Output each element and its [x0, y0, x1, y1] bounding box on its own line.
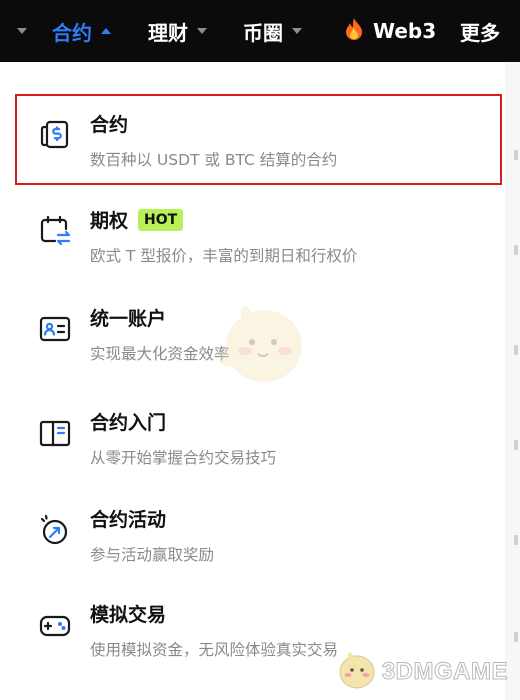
- calendar-swap-icon: [38, 214, 72, 248]
- edge-mark: [514, 150, 518, 160]
- nav-item-label: 币圈: [243, 20, 283, 45]
- menu-item-title: 合约入门: [90, 412, 167, 434]
- nav-item-web3[interactable]: Web3: [343, 0, 436, 62]
- edge-mark: [514, 245, 518, 255]
- top-navigation-bar: 合约 理财 币圈 Web3 更多: [0, 0, 520, 62]
- hot-badge: HOT: [138, 208, 184, 231]
- nav-item-label: 理财: [148, 20, 188, 45]
- edge-mark: [514, 440, 518, 450]
- menu-item-title-text: 期权: [90, 210, 129, 232]
- menu-item-contract-activity[interactable]: 合约活动 参与活动赢取奖励: [0, 489, 505, 581]
- watermark: 3DMGAME: [334, 648, 508, 696]
- caret-up-icon: [101, 28, 111, 34]
- edge-mark: [514, 632, 518, 642]
- menu-item-contract-intro[interactable]: 合约入门 从零开始掌握合约交易技巧: [0, 392, 505, 484]
- nav-item-crypto-circle[interactable]: 币圈: [243, 0, 302, 62]
- caret-down-icon: [292, 28, 302, 34]
- edge-mark: [514, 535, 518, 545]
- nav-item-more[interactable]: 更多: [460, 0, 500, 62]
- id-card-icon: [38, 312, 72, 346]
- menu-item-title: 模拟交易: [90, 604, 167, 626]
- menu-item-description: 实现最大化资金效率: [90, 345, 230, 363]
- menu-item-description: 从零开始掌握合约交易技巧: [90, 449, 277, 467]
- gamepad-icon: [38, 608, 72, 642]
- menu-item-title: 期权 HOT: [90, 206, 184, 233]
- caret-down-icon: [17, 28, 27, 34]
- activity-icon: [38, 513, 72, 547]
- nav-item-label: 合约: [52, 20, 92, 45]
- mascot-logo: [334, 648, 378, 696]
- red-highlight-box: [15, 94, 502, 185]
- flame-icon: [343, 17, 365, 46]
- nav-item-label: Web3: [373, 19, 437, 43]
- book-icon: [38, 416, 72, 450]
- watermark-text: 3DMGAME: [381, 658, 508, 686]
- caret-down-icon: [197, 28, 207, 34]
- menu-item-description: 参与活动赢取奖励: [90, 546, 215, 564]
- menu-item-description: 欧式 T 型报价，丰富的到期日和行权价: [90, 247, 358, 265]
- menu-item-title: 统一账户: [90, 308, 167, 330]
- nav-item-finance[interactable]: 理财: [148, 0, 207, 62]
- nav-item-label: 更多: [460, 20, 500, 45]
- menu-item-options[interactable]: 期权 HOT 欧式 T 型报价，丰富的到期日和行权价: [0, 190, 505, 282]
- mascot-watermark-center: [212, 296, 312, 396]
- edge-mark: [514, 345, 518, 355]
- nav-item-contract[interactable]: 合约: [52, 0, 111, 62]
- menu-item-description: 使用模拟资金，无风险体验真实交易: [90, 641, 339, 659]
- menu-item-title: 合约活动: [90, 509, 167, 531]
